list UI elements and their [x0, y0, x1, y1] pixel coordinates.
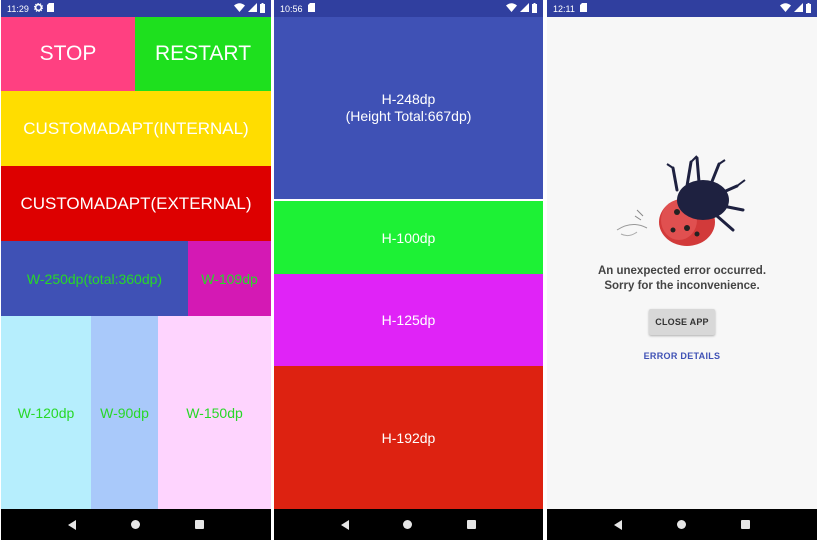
height-248-block: H-248dp (Height Total:667dp) [274, 17, 543, 199]
sd-card-icon [307, 3, 315, 14]
wifi-icon [506, 3, 517, 14]
wifi-icon [780, 3, 791, 14]
recents-icon[interactable] [466, 520, 476, 529]
sd-card-icon [579, 3, 587, 14]
status-time: 11:29 [7, 3, 29, 14]
error-panel: An unexpected error occurred. Sorry for … [547, 150, 817, 361]
customadapt-internal-button[interactable]: CUSTOMADAPT(INTERNAL) [1, 91, 271, 166]
width-109-block: W-109dp [188, 241, 271, 316]
width-90-block: W-90dp [91, 316, 158, 509]
width-150-block: W-150dp [158, 316, 271, 509]
customadapt-external-button[interactable]: CUSTOMADAPT(EXTERNAL) [1, 166, 271, 241]
battery-icon [260, 2, 265, 15]
height-total-label: (Height Total:667dp) [345, 108, 472, 124]
height-248-label: H-248dp [381, 91, 436, 107]
status-bar: 12:11 [547, 0, 817, 17]
status-time: 12:11 [553, 3, 575, 14]
error-details-link[interactable]: ERROR DETAILS [644, 351, 721, 361]
phone-screen-1: 11:29 STOP RESTART CUSTOMADAPT(INTERNAL)… [1, 0, 271, 540]
signal-icon [794, 3, 803, 14]
sd-card-icon [46, 3, 54, 14]
wifi-icon [234, 3, 245, 14]
navigation-bar [1, 509, 271, 540]
error-line-2: Sorry for the inconvenience. [604, 280, 760, 292]
home-icon[interactable] [403, 520, 413, 529]
status-bar: 10:56 [274, 0, 543, 17]
settings-icon [33, 2, 43, 14]
width-120-block: W-120dp [1, 316, 91, 509]
back-icon[interactable] [341, 519, 350, 530]
height-100-block: H-100dp [274, 201, 543, 274]
signal-icon [520, 3, 529, 14]
error-message: An unexpected error occurred. Sorry for … [598, 264, 766, 294]
height-192-block: H-192dp [274, 366, 543, 509]
navigation-bar [274, 509, 543, 540]
back-icon[interactable] [68, 519, 77, 530]
close-app-button[interactable]: CLOSE APP [649, 309, 715, 335]
ladybug-icon [607, 150, 757, 250]
stop-button[interactable]: STOP [1, 17, 135, 91]
signal-icon [248, 3, 257, 14]
recents-icon[interactable] [740, 520, 750, 529]
phone-screen-3: 12:11 An unexpected error occurred. Sorr… [547, 0, 817, 540]
width-250-block: W-250dp(total:360dp) [1, 241, 188, 316]
navigation-bar [547, 509, 817, 540]
status-time: 10:56 [280, 3, 303, 14]
home-icon[interactable] [130, 520, 140, 529]
back-icon[interactable] [614, 519, 623, 530]
battery-icon [532, 2, 537, 15]
height-125-block: H-125dp [274, 274, 543, 366]
status-bar: 11:29 [1, 0, 271, 17]
battery-icon [806, 2, 811, 15]
recents-icon[interactable] [194, 520, 204, 529]
restart-button[interactable]: RESTART [135, 17, 271, 91]
phone-screen-2: 10:56 H-248dp (Height Total:667dp) H-100… [274, 0, 543, 540]
home-icon[interactable] [676, 520, 686, 529]
error-line-1: An unexpected error occurred. [597, 265, 767, 277]
